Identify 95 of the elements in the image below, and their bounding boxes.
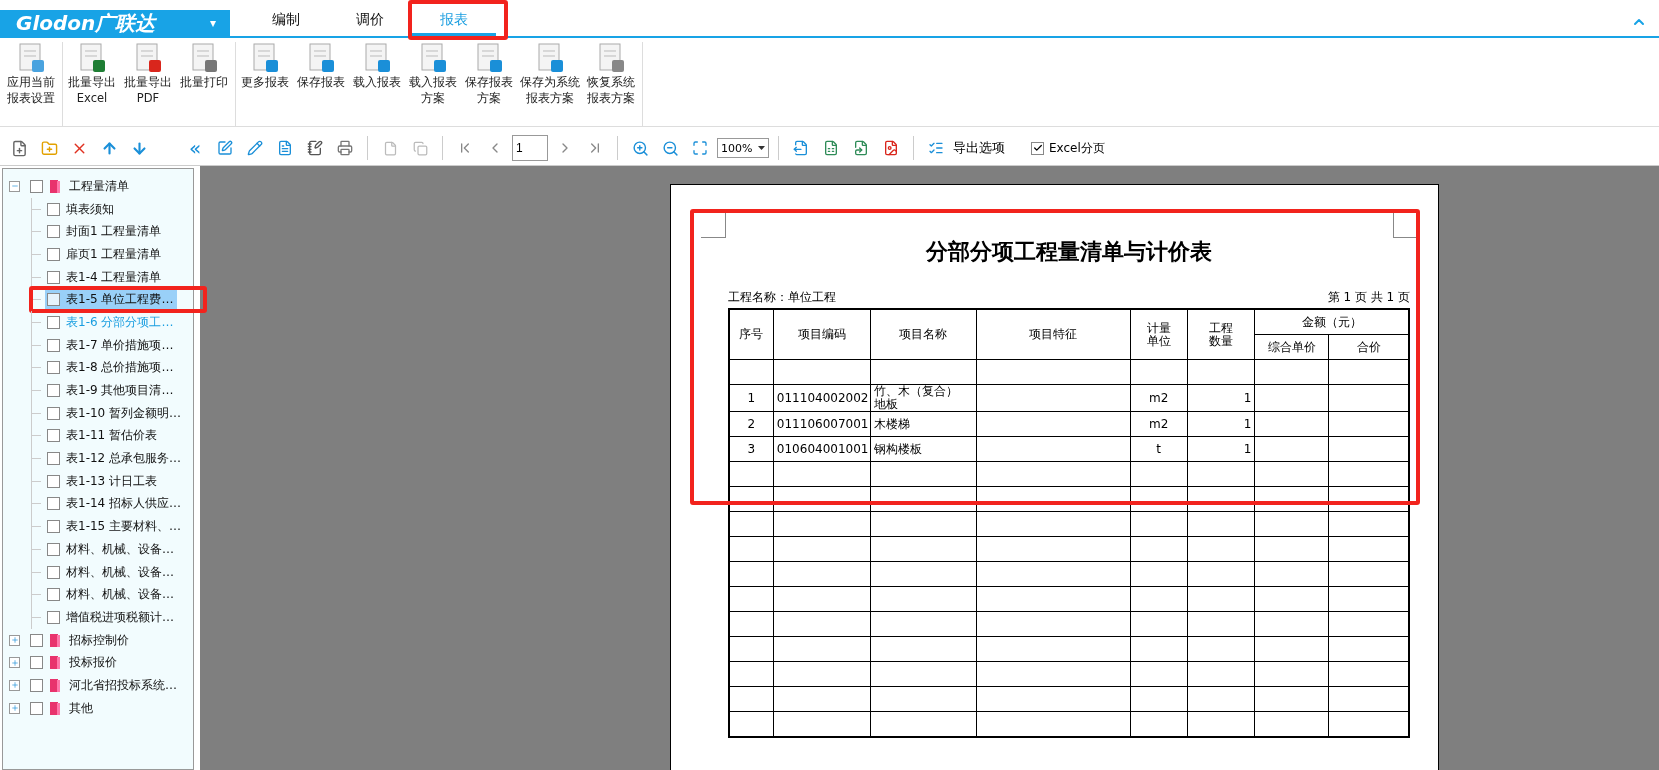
report-icon [306,42,336,74]
tree-item[interactable]: 封面1 工程量清单 [45,221,166,243]
table-cell: t [1130,436,1188,462]
collapse-icon[interactable] [9,180,20,192]
ribbon-button[interactable]: 保存报表 [294,42,348,126]
tree-item[interactable]: 扉页1 工程量清单 [45,243,166,265]
report-icon [474,42,504,74]
ribbon-button[interactable]: 批量打印 [177,42,231,126]
tree-item[interactable]: 材料、机械、设备… [45,561,178,583]
table-cell: 1 [729,384,774,412]
table-cell: 010604001001 [773,436,871,462]
ribbon-button[interactable]: 应用当前 报表设置 [4,42,58,126]
tree-item[interactable]: 材料、机械、设备… [45,538,178,560]
tree-item[interactable]: 表1-14 招标人供应… [45,493,186,515]
report-icon [535,42,565,74]
table-cell: 竹、木（复合）地板 [870,384,977,412]
crop-mark [701,213,726,238]
tree-item[interactable]: 表1-15 主要材料、… [45,516,186,538]
expand-icon[interactable] [9,657,20,669]
checkbox[interactable] [30,701,43,715]
expand-icon[interactable] [9,634,20,646]
book-icon [49,655,61,671]
tree-item[interactable]: 表1-7 单价措施项… [45,334,178,356]
table-header: 项目编码 [773,309,871,360]
table-cell: 1 [1187,384,1255,412]
ribbon-button[interactable]: 批量导出 PDF [121,42,175,126]
table-header: 计量单位 [1130,309,1188,360]
book-icon [49,677,61,693]
tree-item[interactable]: 材料、机械、设备… [45,584,178,606]
dropdown-caret-icon [758,146,765,150]
ribbon-button[interactable]: 载入报表 方案 [406,42,460,126]
checkbox[interactable] [30,678,43,692]
tree-item[interactable]: 表1-10 暂列金额明… [45,402,186,424]
ribbon-button[interactable]: 保存报表 方案 [462,42,516,126]
table-cell: 1 [1187,411,1255,437]
tree-item[interactable]: 河北省招投标系统… [67,674,181,696]
table-cell: 3 [729,436,774,462]
report-icon [362,42,392,74]
checkbox[interactable] [30,656,43,670]
tree-item[interactable]: 表1-13 计日工表 [45,470,162,492]
report-icon [16,42,46,74]
table-cell: 011106007001 [773,411,871,437]
report-icon [189,42,219,74]
checkbox-label: Excel分页 [1049,139,1105,157]
table-header: 序号 [729,309,774,360]
export-options-button[interactable]: 导出选项 [953,139,1005,157]
report-icon [133,42,163,74]
ribbon-button[interactable]: 批量导出 Excel [65,42,119,126]
tree-item[interactable]: 填表须知 [45,198,118,220]
checkbox[interactable] [30,179,43,193]
table-header: 综合单价 [1254,334,1329,360]
tree-item[interactable]: 其他 [67,697,97,719]
checkbox[interactable] [30,633,43,647]
zoom-dropdown[interactable]: 100% [717,138,769,158]
tree-item[interactable]: 工程量清单 [67,175,133,197]
ribbon-button[interactable]: 载入报表 [350,42,404,126]
tree-item[interactable]: 表1-9 其他项目清… [45,380,178,402]
report-icon [418,42,448,74]
book-icon [49,632,61,648]
table-cell: 011104002002 [773,384,871,412]
book-icon [49,700,61,716]
crop-mark [1393,213,1418,238]
page-info: 第 1 页 共 1 页 [1327,289,1410,306]
report-icon [250,42,280,74]
table-cell: m2 [1130,411,1188,437]
ribbon-button[interactable]: 更多报表 [238,42,292,126]
table-cell: 1 [1187,436,1255,462]
tree-item[interactable]: 投标报价 [67,652,121,674]
ribbon-tab[interactable]: 调价 [328,6,412,36]
page-number-field[interactable]: 1 [512,135,548,161]
table-header: 工程数量 [1187,309,1255,360]
book-icon [49,178,61,194]
tree-item[interactable]: 表1-8 总价措施项… [45,357,178,379]
table-cell: m2 [1130,384,1188,412]
ribbon-button[interactable]: 保存为系统 报表方案 [518,42,582,126]
report-icon [77,42,107,74]
ribbon-tab[interactable]: 编制 [244,6,328,36]
tree-item[interactable]: 增值税进项税额计… [45,606,178,628]
tree-item[interactable]: 表1-4 工程量清单 [45,266,166,288]
project-name: 工程名称：单位工程 [728,289,836,306]
expand-icon[interactable] [9,679,20,691]
table-cell: 钢构楼板 [870,436,977,462]
table-cell: 木楼梯 [870,411,977,437]
report-title: 分部分项工程量清单与计价表 [925,238,1213,266]
checkbox[interactable] [1031,141,1044,155]
expand-icon[interactable] [9,702,20,714]
report-icon [596,42,626,74]
table-header: 项目名称 [870,309,977,360]
tree-item[interactable]: 表1-11 暂估价表 [45,425,162,447]
table-cell: 2 [729,411,774,437]
tree-item[interactable]: 表1-12 总承包服务… [45,448,186,470]
ribbon-button[interactable]: 恢复系统 报表方案 [584,42,638,126]
table-header: 项目特征 [976,309,1131,360]
collapse-button[interactable]: « [182,135,208,161]
tree-item[interactable]: 招标控制价 [67,629,133,651]
